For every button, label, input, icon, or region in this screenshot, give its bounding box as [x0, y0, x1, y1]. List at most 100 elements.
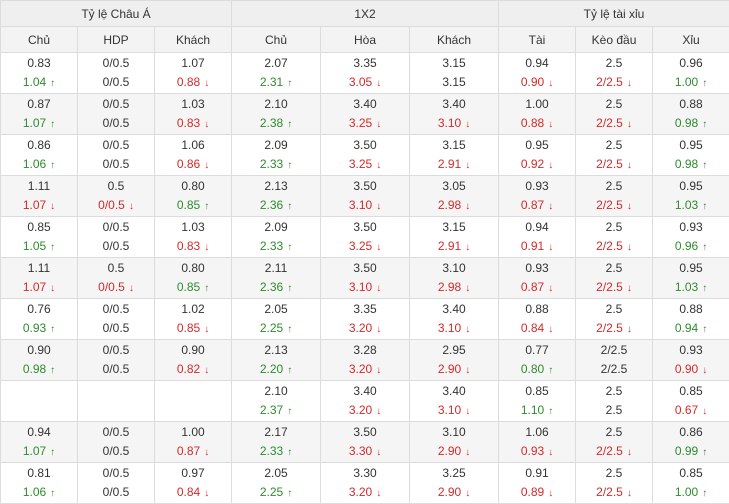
- opening-odds: 0/0.5: [78, 218, 154, 237]
- arrow-up-icon: ↑: [50, 447, 55, 458]
- live-odds: 0/0.5↓: [78, 278, 154, 298]
- table-row: 2.102.37↑3.403.20↓3.403.10↓0.851.10↑2.52…: [1, 381, 729, 422]
- odds-cell-ah-hdp: 0/0.50/0.5: [78, 53, 155, 94]
- opening-odds: 3.50: [321, 136, 409, 155]
- opening-odds: 3.50: [321, 218, 409, 237]
- live-odds: 0/0.5: [78, 114, 154, 133]
- arrow-up-icon: ↑: [204, 201, 209, 212]
- arrow-down-icon: ↓: [204, 488, 209, 499]
- opening-odds: 2.09: [232, 136, 320, 155]
- arrow-down-icon: ↓: [376, 160, 381, 171]
- arrow-up-icon: ↑: [548, 365, 553, 376]
- live-odds-value: 2/2.5: [596, 321, 623, 335]
- arrow-down-icon: ↓: [204, 242, 209, 253]
- opening-odds: 0.93: [653, 218, 729, 237]
- odds-cell-ah-home: 0.851.05↑: [1, 217, 78, 258]
- live-odds-value: 1.07: [23, 116, 46, 130]
- odds-cell-ou-under: 0.851.00↑: [653, 463, 729, 504]
- table-row: 0.851.05↑0/0.50/0.51.030.83↓2.092.33↑3.5…: [1, 217, 729, 258]
- odds-cell-ou-line: 2.52/2.5↓: [576, 299, 653, 340]
- live-odds-value: 0.98: [675, 157, 698, 171]
- odds-cell-1x2-draw: 3.503.10↓: [321, 258, 410, 299]
- live-odds: 2.98↓: [410, 196, 498, 216]
- arrow-up-icon: ↑: [702, 447, 707, 458]
- odds-cell-ou-under: 0.880.94↑: [653, 299, 729, 340]
- live-odds: 2/2.5↓: [576, 196, 652, 216]
- live-odds-value: 0.80: [521, 362, 544, 376]
- live-odds-value: 2.31: [260, 75, 283, 89]
- live-odds-value: 2.90: [438, 444, 461, 458]
- arrow-up-icon: ↑: [702, 160, 707, 171]
- live-odds: 2.91↓: [410, 155, 498, 175]
- opening-odds: 2.17: [232, 423, 320, 442]
- live-odds: 2/2.5↓: [576, 278, 652, 298]
- live-odds: 1.05↑: [1, 237, 77, 257]
- live-odds-value: 0.84: [521, 321, 544, 335]
- arrow-up-icon: ↑: [204, 283, 209, 294]
- arrow-up-icon: ↑: [702, 201, 707, 212]
- opening-odds: 3.25: [410, 464, 498, 483]
- opening-odds: 2/2.5: [576, 341, 652, 360]
- odds-cell-ou-under: 0.951.03↑: [653, 176, 729, 217]
- odds-cell-ou-over: 1.000.88↓: [499, 94, 576, 135]
- opening-odds: 2.09: [232, 218, 320, 237]
- table-row: 0.831.04↑0/0.50/0.51.070.88↓2.072.31↑3.3…: [1, 53, 729, 94]
- odds-cell-ou-line: 2.52/2.5↓: [576, 135, 653, 176]
- live-odds-value: 3.20: [349, 362, 372, 376]
- odds-cell-ou-line: 2.52/2.5↓: [576, 176, 653, 217]
- opening-odds: 0.97: [155, 464, 231, 483]
- live-odds-value: 3.10: [438, 403, 461, 417]
- live-odds-value: 2.90: [438, 362, 461, 376]
- live-odds: 1.10↑: [499, 401, 575, 421]
- live-odds: 3.20↓: [321, 401, 409, 421]
- opening-odds: 2.5: [576, 218, 652, 237]
- odds-cell-1x2-home: 2.132.36↑: [232, 176, 321, 217]
- opening-odds: 2.5: [576, 177, 652, 196]
- arrow-down-icon: ↓: [204, 365, 209, 376]
- live-odds: 0.93↓: [499, 442, 575, 462]
- live-odds: 3.20↓: [321, 360, 409, 380]
- opening-odds: 0.85: [499, 382, 575, 401]
- opening-odds: 2.5: [576, 382, 652, 401]
- opening-odds: 2.5: [576, 300, 652, 319]
- odds-cell-ou-line: 2.52/2.5↓: [576, 463, 653, 504]
- arrow-up-icon: ↑: [50, 324, 55, 335]
- live-odds-value: 2/2.5: [596, 75, 623, 89]
- live-odds: 2.90 ↓: [410, 360, 498, 380]
- live-odds-value: 0/0.5: [103, 362, 130, 376]
- live-odds-value: 0.83: [177, 116, 200, 130]
- live-odds: 0.86↓: [155, 155, 231, 175]
- odds-cell-ou-under: 0.860.99↑: [653, 422, 729, 463]
- live-odds-value: 3.05: [349, 75, 372, 89]
- opening-odds: 2.5: [576, 136, 652, 155]
- arrow-down-icon: ↓: [465, 365, 470, 376]
- arrow-up-icon: ↑: [702, 242, 707, 253]
- opening-odds: 3.35: [321, 54, 409, 73]
- live-odds-value: 0/0.5: [103, 321, 130, 335]
- live-odds: 1.07↑: [1, 442, 77, 462]
- live-odds-value: 0.86: [177, 157, 200, 171]
- live-odds-value: 0/0.5: [98, 280, 125, 294]
- live-odds: 3.20↓: [321, 483, 409, 503]
- odds-cell-ah-away: 1.070.88↓: [155, 53, 232, 94]
- opening-odds: 2.13: [232, 341, 320, 360]
- table-row: 0.871.07↑0/0.50/0.51.030.83↓2.102.38↑3.4…: [1, 94, 729, 135]
- live-odds: 0.85↑: [155, 278, 231, 298]
- live-odds-value: 2.91: [438, 239, 461, 253]
- opening-odds: 0/0.5: [78, 341, 154, 360]
- live-odds: 0.87↓: [155, 442, 231, 462]
- opening-odds: 1.11: [1, 177, 77, 196]
- live-odds-value: 0.82: [177, 362, 200, 376]
- opening-odds: 0/0.5: [78, 136, 154, 155]
- odds-cell-1x2-home: 2.132.20↑: [232, 340, 321, 381]
- odds-cell-1x2-away: 3.252.90↓: [410, 463, 499, 504]
- live-odds-value: 0.85: [177, 198, 200, 212]
- live-odds-value: 2.37: [260, 403, 283, 417]
- opening-odds: 0.5: [78, 177, 154, 196]
- opening-odds: 0.81: [1, 464, 77, 483]
- odds-cell-ou-over: 1.060.93↓: [499, 422, 576, 463]
- arrow-up-icon: ↑: [287, 406, 292, 417]
- opening-odds: 2.13: [232, 177, 320, 196]
- opening-odds: 1.03: [155, 95, 231, 114]
- live-odds: 0.98 ↑: [653, 155, 729, 175]
